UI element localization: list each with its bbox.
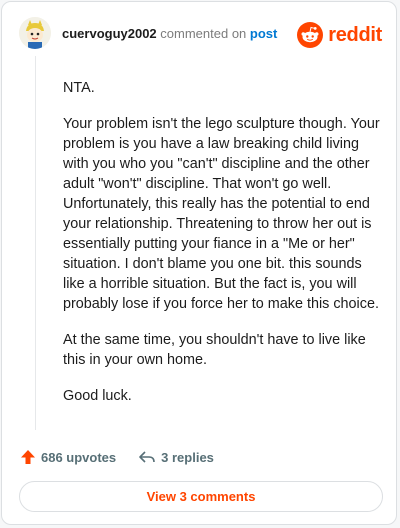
view-comments-button[interactable]: View 3 comments: [19, 481, 383, 512]
replies-button[interactable]: 3 replies: [138, 449, 214, 465]
reddit-logo[interactable]: reddit: [297, 21, 382, 49]
username-link[interactable]: cuervoguy2002: [62, 26, 157, 41]
comment-body: NTA. Your problem isn't the lego sculptu…: [63, 78, 381, 422]
commented-on-label: commented on: [160, 26, 247, 41]
reddit-wordmark: reddit: [328, 23, 382, 46]
avatar-icon: [19, 17, 51, 49]
reply-count: 3 replies: [161, 449, 214, 465]
thread-line[interactable]: [35, 56, 36, 430]
post-link[interactable]: post: [250, 26, 277, 41]
upvote-button[interactable]: 686 upvotes: [20, 449, 116, 465]
comment-paragraph: At the same time, you shouldn't have to …: [63, 332, 366, 368]
comment-paragraph: Good luck.: [63, 388, 132, 404]
comment-paragraph: Your problem isn't the lego sculpture th…: [63, 116, 380, 312]
avatar[interactable]: [19, 17, 51, 49]
comment-footer: 686 upvotes 3 replies: [20, 447, 214, 467]
reply-arrow-icon: [139, 451, 155, 463]
comment-card: cuervoguy2002 commented on post reddit N…: [1, 1, 397, 525]
comment-header: cuervoguy2002 commented on post: [62, 26, 277, 42]
reddit-snoo-icon: [297, 22, 324, 48]
upvote-arrow-icon: [21, 450, 35, 464]
upvote-count: 686 upvotes: [41, 449, 117, 465]
comment-paragraph: NTA.: [63, 80, 95, 96]
